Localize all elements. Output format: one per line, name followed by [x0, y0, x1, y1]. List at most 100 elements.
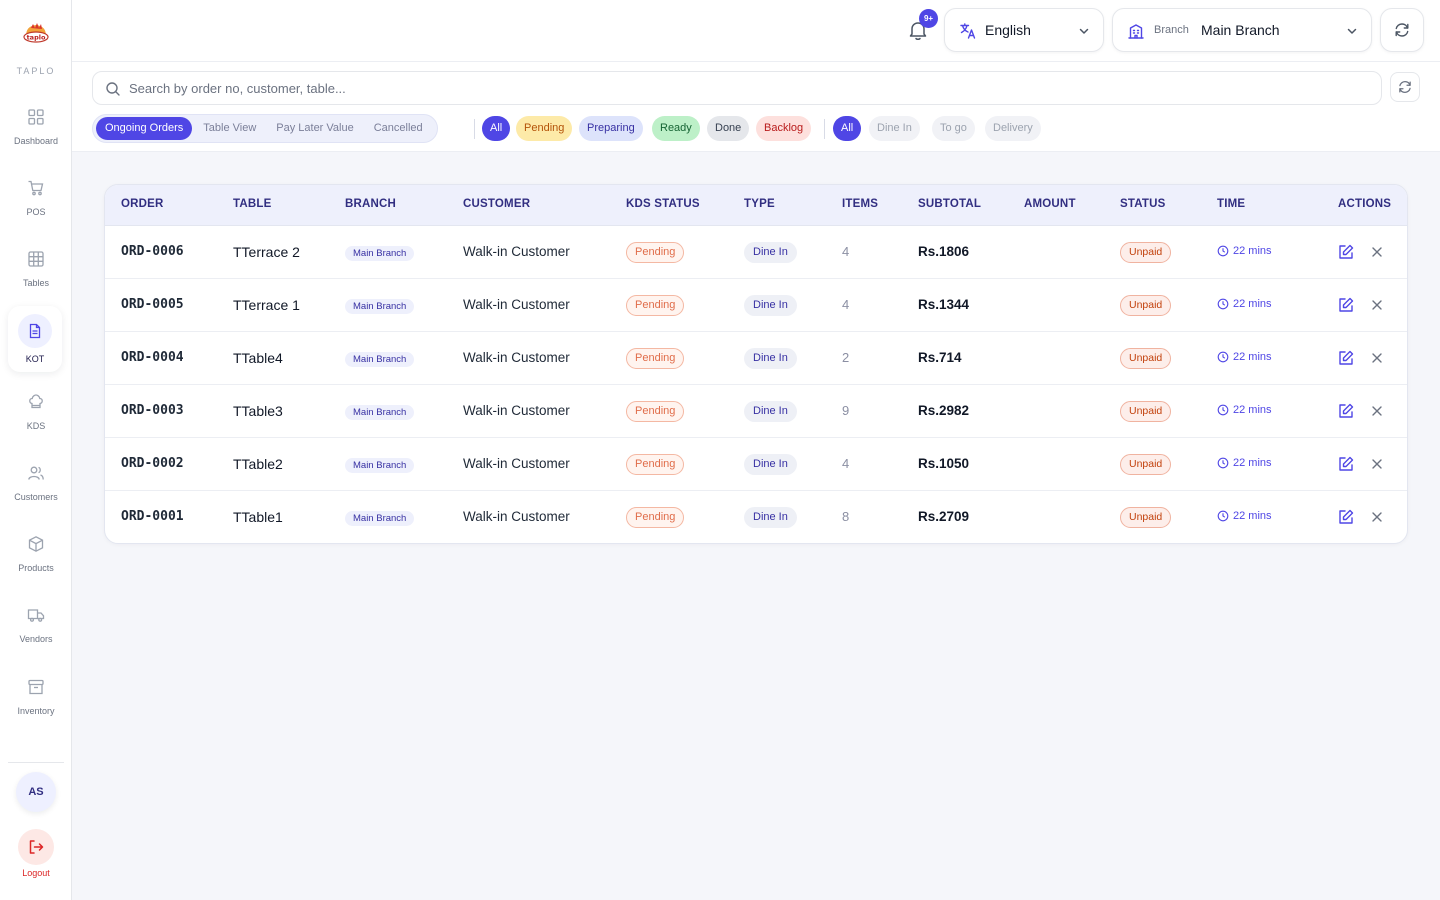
- sidebar-item-products[interactable]: Products: [0, 535, 72, 595]
- elapsed-time: 22 mins: [1217, 404, 1272, 416]
- users-icon: [28, 466, 44, 480]
- search-input[interactable]: [129, 72, 1369, 104]
- close-icon[interactable]: [1369, 297, 1385, 313]
- search-box[interactable]: [92, 71, 1382, 105]
- items-count: 2: [842, 350, 850, 365]
- table-name: TTerrace 1: [233, 297, 300, 313]
- sidebar-item-kds[interactable]: KDS: [0, 393, 72, 453]
- dashboard-icon: [28, 109, 44, 125]
- sidebar-item-label: KOT: [25, 354, 45, 364]
- order-type-badge: Dine In: [744, 507, 797, 528]
- sidebar-item-label: Tables: [22, 278, 49, 288]
- status-filter-backlog[interactable]: Backlog: [756, 116, 812, 141]
- type-filter-to-go[interactable]: To go: [932, 116, 975, 141]
- search-icon: [106, 82, 120, 96]
- status-filter-done[interactable]: Done: [707, 116, 750, 141]
- column-header: AMOUNT: [1024, 198, 1076, 210]
- customer-name: Walk-in Customer: [463, 244, 570, 259]
- table-name: TTable1: [233, 509, 283, 525]
- orders-toolbar: Ongoing Orders Table View Pay Later Valu…: [72, 62, 1440, 152]
- customer-name: Walk-in Customer: [463, 403, 570, 418]
- elapsed-time-value: 22 mins: [1233, 351, 1272, 363]
- sidebar-item-label: Inventory: [17, 706, 55, 716]
- elapsed-time-value: 22 mins: [1233, 510, 1272, 522]
- refresh-icon: [1399, 81, 1411, 93]
- clock-icon: [1217, 351, 1229, 363]
- column-header: SUBTOTAL: [918, 198, 982, 210]
- elapsed-time: 22 mins: [1217, 510, 1272, 522]
- close-icon[interactable]: [1369, 403, 1385, 419]
- tab-cancelled[interactable]: Cancelled: [365, 117, 432, 140]
- refresh-button[interactable]: [1380, 8, 1424, 52]
- chef-hat-icon: [29, 394, 43, 409]
- items-count: 4: [842, 244, 850, 259]
- table-row[interactable]: ORD-0004 TTable4 Main Branch Walk-in Cus…: [105, 332, 1407, 385]
- kds-status-badge: Pending: [626, 454, 685, 475]
- elapsed-time: 22 mins: [1217, 245, 1272, 257]
- branch-badge: Main Branch: [345, 511, 415, 526]
- order-type-badge: Dine In: [744, 295, 797, 316]
- brand-name: TAPLO: [16, 66, 56, 76]
- branch-select[interactable]: Branch Main Branch: [1112, 8, 1372, 52]
- archive-icon: [28, 679, 44, 695]
- svg-text:taplo: taplo: [27, 34, 46, 42]
- truck-icon: [27, 609, 45, 622]
- refresh-list-button[interactable]: [1390, 72, 1420, 102]
- language-select[interactable]: English: [944, 8, 1104, 52]
- column-header: TABLE: [233, 198, 272, 210]
- refresh-icon: [1395, 23, 1409, 37]
- type-filter-all[interactable]: All: [833, 116, 862, 141]
- sidebar-item-inventory[interactable]: Inventory: [0, 678, 72, 738]
- order-number: ORD-0001: [121, 509, 184, 524]
- edit-icon[interactable]: [1337, 455, 1355, 473]
- top-header: 9+ English Branch Main Branch: [72, 0, 1440, 62]
- table-row[interactable]: ORD-0002 TTable2 Main Branch Walk-in Cus…: [105, 438, 1407, 491]
- payment-status-badge: Unpaid: [1120, 507, 1172, 528]
- clock-icon: [1217, 245, 1229, 257]
- logout-label[interactable]: Logout: [0, 868, 72, 878]
- avatar[interactable]: AS: [16, 772, 56, 812]
- sidebar-item-label: Vendors: [19, 634, 53, 644]
- sidebar-item-customers[interactable]: Customers: [0, 464, 72, 524]
- status-filter-pending[interactable]: Pending: [516, 116, 573, 141]
- table-row[interactable]: ORD-0003 TTable3 Main Branch Walk-in Cus…: [105, 385, 1407, 438]
- type-filter-dine-in[interactable]: Dine In: [869, 116, 920, 141]
- table-row[interactable]: ORD-0005 TTerrace 1 Main Branch Walk-in …: [105, 279, 1407, 332]
- translate-icon: [960, 23, 976, 39]
- edit-icon[interactable]: [1337, 508, 1355, 526]
- table-row[interactable]: ORD-0006 TTerrace 2 Main Branch Walk-in …: [105, 226, 1407, 279]
- sidebar-item-tables[interactable]: Tables: [0, 250, 72, 310]
- sidebar-item-pos[interactable]: POS: [0, 179, 72, 239]
- close-icon[interactable]: [1369, 350, 1385, 366]
- elapsed-time-value: 22 mins: [1233, 457, 1272, 469]
- column-header: TYPE: [744, 198, 775, 210]
- subtotal: Rs.2709: [918, 509, 970, 524]
- edit-icon[interactable]: [1337, 402, 1355, 420]
- status-filter-preparing[interactable]: Preparing: [579, 116, 643, 141]
- kds-status-badge: Pending: [626, 401, 685, 422]
- edit-icon[interactable]: [1337, 243, 1355, 261]
- subtotal: Rs.1806: [918, 244, 970, 259]
- close-icon[interactable]: [1369, 509, 1385, 525]
- close-icon[interactable]: [1369, 244, 1385, 260]
- edit-icon[interactable]: [1337, 349, 1355, 367]
- edit-icon[interactable]: [1337, 296, 1355, 314]
- tab-table-view[interactable]: Table View: [194, 117, 265, 140]
- tab-pay-later-value[interactable]: Pay Later Value: [267, 117, 362, 140]
- payment-status-badge: Unpaid: [1120, 454, 1172, 475]
- status-filter-all[interactable]: All: [482, 116, 511, 141]
- clock-icon: [1217, 298, 1229, 310]
- status-filter-ready[interactable]: Ready: [652, 116, 700, 141]
- sidebar-item-vendors[interactable]: Vendors: [0, 606, 72, 666]
- logout-button[interactable]: [18, 829, 54, 865]
- order-type-badge: Dine In: [744, 454, 797, 475]
- tab-ongoing-orders[interactable]: Ongoing Orders: [96, 117, 193, 140]
- close-icon[interactable]: [1369, 456, 1385, 472]
- type-filter-delivery[interactable]: Delivery: [985, 116, 1041, 141]
- table-row[interactable]: ORD-0001 TTable1 Main Branch Walk-in Cus…: [105, 491, 1407, 543]
- table-name: TTable4: [233, 350, 283, 366]
- chevron-down-icon: [1347, 28, 1357, 34]
- sidebar-item-dashboard[interactable]: Dashboard: [0, 108, 72, 168]
- elapsed-time: 22 mins: [1217, 457, 1272, 469]
- sidebar-item-kot[interactable]: KOT: [8, 306, 62, 372]
